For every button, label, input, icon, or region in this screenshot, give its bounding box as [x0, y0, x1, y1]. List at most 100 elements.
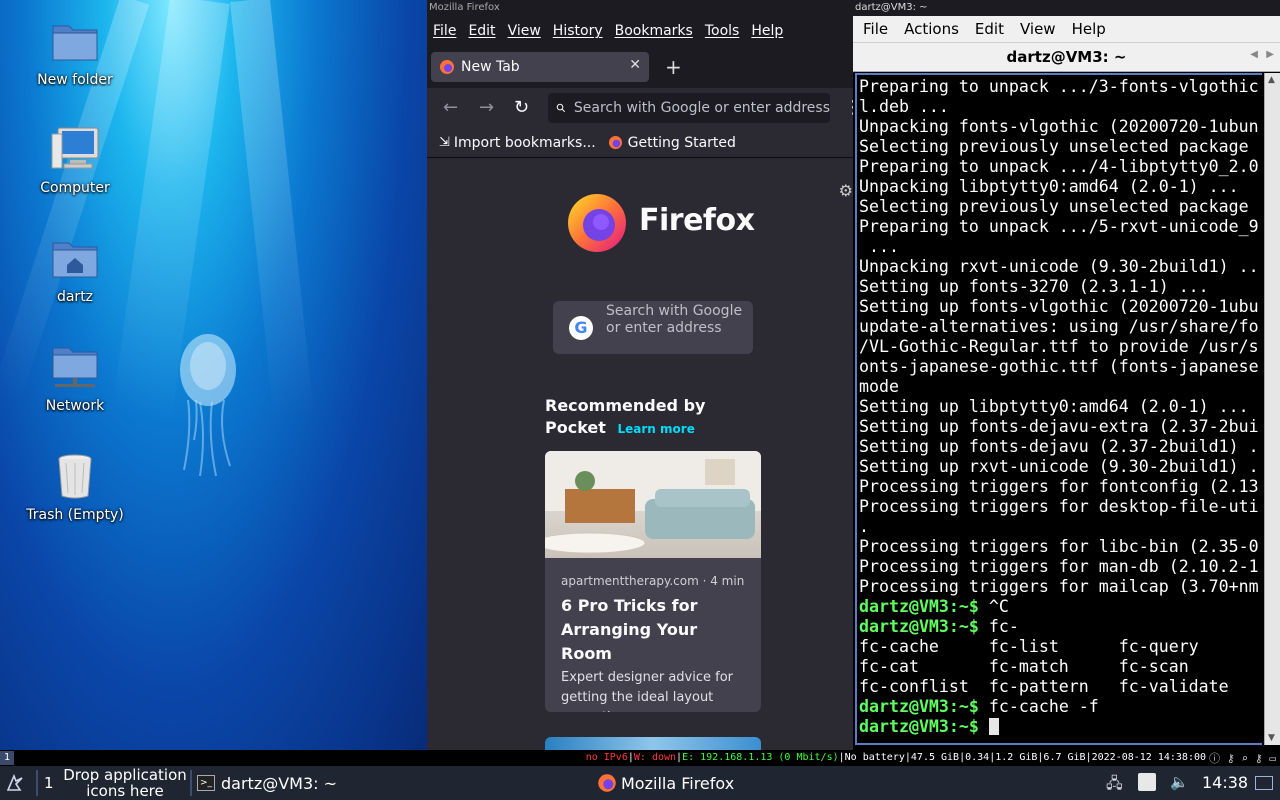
display-icon[interactable]: ▭	[1269, 752, 1276, 765]
menu-help[interactable]: Help	[751, 23, 783, 39]
close-tab-icon[interactable]: ✕	[629, 57, 641, 73]
terminal-lines: Preparing to unpack .../3-fonts-vlgothic…	[857, 75, 1262, 737]
network-icon[interactable]: 🖧	[1106, 773, 1123, 798]
terminal-output-line: Unpacking rxvt-unicode (9.30-2build1) ..	[859, 257, 1259, 276]
desktop-icon-label: dartz	[56, 289, 94, 305]
swap-status: 6.7 GiB	[1043, 752, 1086, 763]
terminal-output-line: Setting up fonts-vlgothic (20200720-1ubu	[859, 297, 1259, 316]
pocket-story-card-2[interactable]	[545, 737, 761, 750]
story-description: Expert designer advice for getting the i…	[561, 670, 734, 712]
terminal-scrollbar[interactable]: ▲ ▼	[1264, 73, 1280, 745]
desktop-icon-computer[interactable]: Computer	[10, 126, 140, 196]
terminal-prompt-line: dartz@VM3:~$ fc-cache -f	[859, 697, 1262, 717]
menu-edit[interactable]: Edit	[975, 20, 1004, 38]
task-label: Mozilla Firefox	[621, 773, 735, 793]
firefox-icon	[608, 135, 622, 150]
url-bar[interactable]: Search with Google or enter address	[548, 93, 830, 123]
terminal-prompt-line: dartz@VM3:~$	[859, 717, 1262, 737]
menu-history[interactable]: History	[553, 23, 603, 39]
completion-line: fc-conflist fc-pattern fc-validate	[859, 677, 1229, 696]
story-image	[545, 451, 761, 558]
key-icon[interactable]: ⚷	[1255, 752, 1263, 765]
workspace-indicator[interactable]: 1	[0, 751, 14, 765]
clipboard-icon[interactable]	[1138, 773, 1156, 791]
terminal-output-line: Selecting previously unselected package	[859, 197, 1249, 216]
menu-view[interactable]: View	[508, 23, 541, 39]
terminal-output-line: Preparing to unpack .../3-fonts-vlgothic	[859, 77, 1259, 96]
window-title: dartz@VM3: ~	[853, 0, 1280, 16]
back-icon[interactable]: ←	[443, 97, 458, 118]
desktop-icon-label: Trash (Empty)	[26, 507, 124, 523]
terminal-output-line: ...	[859, 237, 899, 256]
learn-more-link[interactable]: Learn more	[618, 422, 695, 436]
terminal-output-line: update-alternatives: using /usr/share/fo	[859, 317, 1259, 336]
firefox-window: Mozilla Firefox File Edit View History B…	[427, 0, 862, 750]
bookmark-getting-started[interactable]: Getting Started	[608, 135, 736, 151]
desktop-icon-label: Network	[45, 398, 105, 414]
bookmark-label: Import bookmarks...	[453, 134, 596, 151]
window-title: Mozilla Firefox	[427, 0, 853, 16]
tab-title: New Tab	[461, 59, 520, 75]
scroll-down-icon[interactable]: ▼	[1268, 733, 1275, 743]
reload-icon[interactable]: ↻	[514, 97, 529, 118]
gear-icon[interactable]: ⚙	[839, 181, 853, 200]
terminal-output-line: Processing triggers for mailcap (3.70+nm	[859, 577, 1259, 596]
key-icon[interactable]: ⚷	[1227, 752, 1235, 765]
menu-file[interactable]: File	[433, 23, 456, 39]
menu-view[interactable]: View	[1020, 20, 1056, 38]
google-icon: G	[569, 316, 593, 340]
menu-bookmarks[interactable]: Bookmarks	[615, 23, 693, 39]
desktop-icon-home[interactable]: dartz	[10, 235, 140, 305]
tab-new-tab[interactable]: New Tab ✕	[431, 52, 649, 82]
menu-help[interactable]: Help	[1072, 20, 1106, 38]
scroll-tabs-right-icon[interactable]: ▶	[1266, 49, 1274, 60]
scroll-tabs-left-icon[interactable]: ◀	[1250, 49, 1258, 60]
launcher-drop-area[interactable]: Drop application icons here	[62, 767, 188, 799]
bookmark-import[interactable]: ⇲ Import bookmarks...	[439, 135, 596, 151]
menu-file[interactable]: File	[863, 20, 888, 38]
task-firefox[interactable]: Mozilla Firefox	[597, 766, 734, 800]
new-tab-button[interactable]: +	[665, 55, 682, 79]
url-placeholder: Search with Google or enter address	[573, 100, 830, 116]
terminal-output-line: Processing triggers for fontconfig (2.13	[859, 477, 1259, 496]
volume-icon[interactable]: 🔈	[1170, 773, 1189, 791]
desktop-icon-network[interactable]: Network	[10, 344, 140, 414]
terminal-output-line: Setting up rxvt-unicode (9.30-2build1) .	[859, 457, 1259, 476]
home-folder-icon	[52, 242, 98, 278]
shell-command: fc-	[978, 617, 1019, 636]
search-icon	[556, 103, 566, 113]
navigation-bar: ← → ↻ Search with Google or enter addres…	[427, 88, 862, 128]
terminal-tab-bar: dartz@VM3: ~ ◀ ▶	[853, 42, 1280, 72]
desktop-icon-new-folder[interactable]: New folder	[10, 18, 140, 88]
info-icon[interactable]: ⓘ	[1209, 752, 1220, 765]
menu-edit[interactable]: Edit	[468, 23, 495, 39]
terminal-icon: >_	[197, 775, 215, 791]
terminal-output[interactable]: Preparing to unpack .../3-fonts-vlgothic…	[855, 73, 1262, 745]
workspace-switcher[interactable]: 1	[44, 774, 54, 792]
application-menu-icon[interactable]	[4, 772, 26, 794]
folder-icon	[52, 25, 98, 61]
wifi-status: W: down	[633, 752, 677, 763]
search-icon[interactable]: ⌕	[1241, 752, 1248, 765]
forward-icon[interactable]: →	[479, 97, 494, 118]
show-desktop-icon[interactable]	[1255, 776, 1273, 790]
panel-separator	[190, 770, 192, 796]
menu-tools[interactable]: Tools	[705, 23, 740, 39]
story-title: 6 Pro Tricks for Arranging Your Room	[561, 596, 698, 663]
firefox-icon	[598, 774, 616, 792]
pocket-heading: Recommended by Pocket Learn more	[545, 395, 725, 440]
scroll-up-icon[interactable]: ▲	[1268, 75, 1275, 85]
status-icons: ⓘ ⚷ ⌕ ⚷ ▭	[1209, 751, 1276, 767]
status-segments: no IPv6|W: down|E: 192.168.1.13 (0 Mbit/…	[585, 752, 1206, 763]
clock[interactable]: 14:38	[1202, 773, 1248, 792]
desktop-icon-trash[interactable]: Trash (Empty)	[10, 453, 140, 523]
terminal-output-line: Processing triggers for libc-bin (2.35-0	[859, 537, 1259, 556]
home-search-box[interactable]: G Search with Google or enter address	[553, 301, 753, 354]
pocket-story-card[interactable]: apartmenttherapy.com · 4 min 6 Pro Trick…	[545, 451, 761, 712]
terminal-tab-title[interactable]: dartz@VM3: ~	[1007, 48, 1127, 66]
shell-command: fc-cache -f	[978, 697, 1099, 716]
task-terminal[interactable]: >_ dartz@VM3: ~	[197, 766, 337, 800]
shell-prompt: dartz@VM3:~$	[859, 617, 979, 636]
menu-actions[interactable]: Actions	[904, 20, 959, 38]
terminal-output-line: Processing triggers for desktop-file-uti	[859, 497, 1259, 516]
